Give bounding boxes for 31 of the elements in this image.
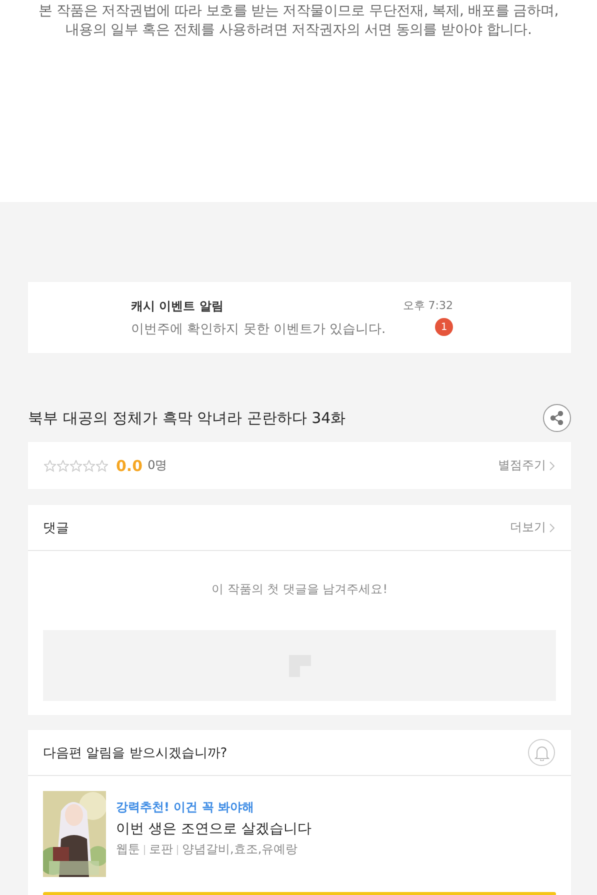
notification-card[interactable]: 캐시 이벤트 알림 이번주에 확인하지 못한 이벤트가 있습니다. 오후 7:32 1 — [28, 282, 571, 353]
notification-message: 이번주에 확인하지 못한 이벤트가 있습니다. — [131, 321, 386, 338]
bell-icon — [534, 744, 550, 760]
empty-star-icon — [57, 460, 69, 472]
chevron-right-icon — [549, 460, 555, 470]
notification-bell-button[interactable] — [528, 739, 555, 766]
empty-star-icon — [83, 460, 95, 472]
rating-score: 0.0 — [116, 456, 143, 474]
copyright-notice: 본 작품은 저작권법에 따라 보호를 받는 저작물이므로 무단전재, 복제, 배포를 금하며, 내용의 일부 혹은 전체를 사용하려면 저작권자의 서면 동의를 받아야 합니다. — [38, 2, 560, 40]
empty-comments-message: 이 작품의 첫 댓글을 남겨주세요! — [210, 581, 389, 598]
chevron-right-icon — [549, 522, 555, 532]
empty-star-icon — [44, 460, 56, 472]
genre-label: 로판 — [149, 841, 173, 858]
recommendation-tagline: 강력추천! 이건 꼭 봐야해 — [116, 799, 256, 816]
comments-title: 댓글 — [43, 520, 69, 536]
next-episode-alert-question: 다음편 알림을 받으시겠습니까? — [43, 744, 228, 762]
genre-label: 양념갈비,효조,유예랑 — [182, 841, 298, 858]
rating-count: 0명 — [148, 457, 168, 474]
count-badge: 1 — [435, 318, 453, 336]
share-icon — [550, 411, 564, 425]
empty-star-icon — [96, 460, 108, 472]
notification-title: 캐시 이벤트 알림 — [131, 298, 224, 315]
episode-title: 북부 대공의 정체가 흑막 악녀라 곤란하다 34화 — [28, 408, 346, 428]
rate-link[interactable]: 별점주기 — [498, 457, 555, 474]
notification-time: 오후 7:32 — [402, 298, 453, 313]
recommended-title[interactable]: 이번 생은 조연으로 살겠습니다 — [116, 820, 312, 838]
empty-star-icon — [70, 460, 82, 472]
genre-label: 웹툰 — [116, 841, 140, 858]
star-rating[interactable] — [44, 460, 108, 472]
more-link[interactable]: 더보기 — [510, 519, 555, 536]
share-button[interactable] — [543, 404, 571, 432]
